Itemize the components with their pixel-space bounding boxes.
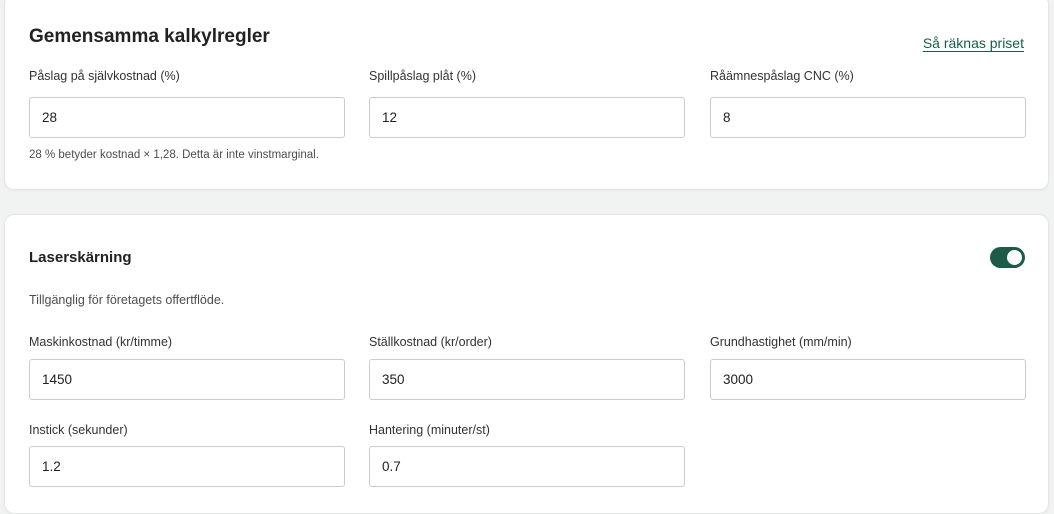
setup-cost-input[interactable] [369,359,685,400]
common-rules-title: Gemensamma kalkylregler [29,26,270,47]
machine-cost-label: Maskinkostnad (kr/timme) [29,335,173,349]
laser-enabled-toggle[interactable] [990,247,1025,268]
markup-label: Påslag på självkostnad (%) [29,69,180,83]
cnc-blank-label: Råämnespåslag CNC (%) [710,69,854,83]
laser-cutting-subtitle: Tillgänglig för företagets offertflöde. [29,293,225,307]
pricing-help-link[interactable]: Så räknas priset [923,35,1024,51]
pierce-time-label: Instick (sekunder) [29,423,128,437]
laser-cutting-card: Laserskärning Tillgänglig för företagets… [4,214,1049,514]
handling-time-label: Hantering (minuter/st) [369,423,490,437]
machine-cost-input[interactable] [29,359,345,400]
pierce-time-input[interactable] [29,446,345,487]
common-rules-card: Gemensamma kalkylregler Så räknas priset… [4,0,1049,190]
cnc-blank-input[interactable] [710,97,1026,138]
handling-time-input[interactable] [369,446,685,487]
markup-hint: 28 % betyder kostnad × 1,28. Detta är in… [29,149,319,161]
toggle-knob [1007,250,1022,265]
base-speed-label: Grundhastighet (mm/min) [710,335,852,349]
sheet-waste-input[interactable] [369,97,685,138]
setup-cost-label: Ställkostnad (kr/order) [369,335,492,349]
base-speed-input[interactable] [710,359,1026,400]
sheet-waste-label: Spillpåslag plåt (%) [369,69,476,83]
markup-input[interactable] [29,97,345,138]
laser-cutting-title: Laserskärning [29,249,132,266]
